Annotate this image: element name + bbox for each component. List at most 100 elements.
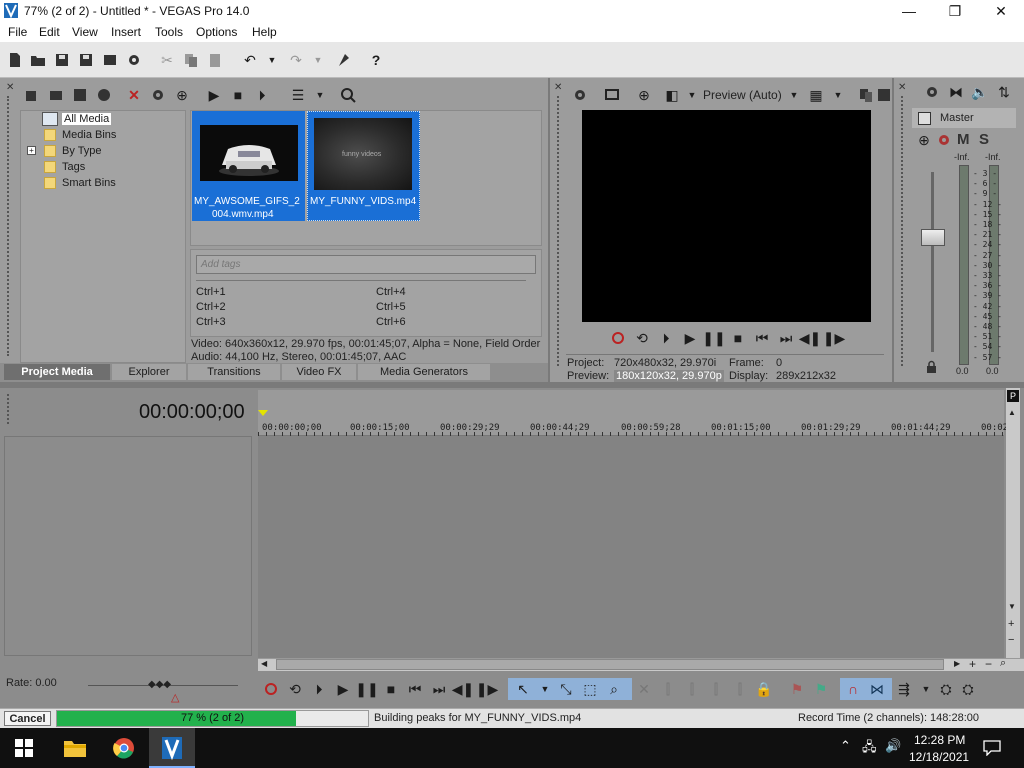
lock-icon[interactable] bbox=[925, 360, 938, 373]
master-fader-handle[interactable] bbox=[921, 229, 945, 246]
lock-envelopes-icon[interactable]: ⛭ bbox=[936, 679, 956, 699]
clock-date[interactable]: 12/18/2021 bbox=[909, 750, 969, 764]
render-icon[interactable] bbox=[100, 50, 120, 70]
menu-options[interactable]: Options bbox=[196, 25, 237, 39]
stop-icon[interactable]: ■ bbox=[728, 328, 748, 348]
tree-item-by-type[interactable]: By Type bbox=[62, 145, 102, 157]
undo-dropdown-icon[interactable]: ▼ bbox=[262, 50, 282, 70]
menu-help[interactable]: Help bbox=[252, 25, 277, 39]
import-media-icon[interactable] bbox=[22, 85, 42, 105]
clock-time[interactable]: 12:28 PM bbox=[914, 733, 965, 747]
scroll-up-icon[interactable]: ▲ bbox=[1008, 408, 1016, 417]
scroll-right-icon[interactable]: ▶ bbox=[954, 659, 960, 668]
paste-icon[interactable] bbox=[205, 50, 225, 70]
save-as-icon[interactable] bbox=[76, 50, 96, 70]
zoom-out-vertical-icon[interactable]: − bbox=[1008, 634, 1014, 646]
scroll-left-icon[interactable]: ◀ bbox=[261, 659, 267, 668]
save-snapshot-icon[interactable] bbox=[874, 85, 894, 105]
ignore-grouping-icon[interactable]: ⛭ bbox=[958, 679, 978, 699]
zoom-edit-tool-icon[interactable]: ⌕ bbox=[604, 679, 624, 699]
trim-start-icon[interactable]: ⫿ bbox=[682, 679, 702, 699]
mute-button[interactable]: M bbox=[957, 131, 970, 148]
open-icon[interactable] bbox=[28, 50, 48, 70]
panel-grip[interactable] bbox=[901, 96, 905, 366]
scroll-thumb[interactable] bbox=[276, 659, 944, 670]
selection-tool-icon[interactable]: ⬚ bbox=[580, 679, 600, 699]
video-fx-icon[interactable]: ⊕ bbox=[634, 85, 654, 105]
record-icon[interactable] bbox=[261, 679, 281, 699]
close-button[interactable]: ✕ bbox=[978, 0, 1024, 22]
copy-snapshot-icon[interactable] bbox=[856, 85, 876, 105]
panel-close-icon[interactable]: ✕ bbox=[898, 82, 906, 93]
play-from-start-icon[interactable]: ⏵ bbox=[656, 328, 676, 348]
tab-explorer[interactable]: Explorer bbox=[112, 364, 186, 380]
chrome-icon[interactable] bbox=[113, 737, 135, 759]
markers-icon[interactable]: P bbox=[1007, 390, 1019, 402]
play-icon[interactable]: ▶ bbox=[204, 85, 224, 105]
split-icon[interactable]: ⫿ bbox=[730, 679, 750, 699]
auto-crossfade-icon[interactable]: ⋈ bbox=[867, 679, 887, 699]
external-monitor-icon[interactable] bbox=[602, 85, 622, 105]
views-dropdown-icon[interactable]: ▼ bbox=[310, 85, 330, 105]
capture-video-icon[interactable] bbox=[46, 85, 66, 105]
previous-frame-icon[interactable]: ◀❚ bbox=[799, 328, 822, 348]
preview-settings-gear-icon[interactable] bbox=[570, 85, 590, 105]
record-icon[interactable] bbox=[608, 328, 628, 348]
cut-icon[interactable]: ✂ bbox=[157, 50, 177, 70]
zoom-in-vertical-icon[interactable]: + bbox=[1008, 618, 1014, 630]
get-media-icon[interactable] bbox=[70, 85, 90, 105]
file-explorer-icon[interactable] bbox=[64, 738, 86, 757]
trim-end-icon[interactable]: ⫿ bbox=[706, 679, 726, 699]
zoom-tool-icon[interactable]: ⌕ bbox=[1000, 657, 1006, 670]
panel-grip[interactable] bbox=[7, 394, 11, 424]
tree-item-smart-bins[interactable]: Smart Bins bbox=[62, 177, 116, 189]
add-tags-input[interactable]: Add tags bbox=[196, 255, 536, 274]
normal-edit-tool-icon[interactable]: ↖ bbox=[513, 679, 533, 699]
tab-video-fx[interactable]: Video FX bbox=[282, 364, 356, 380]
split-dropdown-icon[interactable]: ▼ bbox=[682, 85, 702, 105]
zoom-out-horizontal-icon[interactable]: − bbox=[985, 657, 992, 671]
loop-icon[interactable]: ⟲ bbox=[632, 328, 652, 348]
previous-frame-icon[interactable]: ◀❚ bbox=[452, 679, 475, 699]
meter-options-icon[interactable]: ⇅ bbox=[994, 82, 1014, 102]
tree-item-media-bins[interactable]: Media Bins bbox=[62, 129, 116, 141]
go-to-start-icon[interactable]: ⏮ bbox=[405, 679, 425, 699]
stop-icon[interactable]: ■ bbox=[228, 85, 248, 105]
remove-media-icon[interactable]: ✕ bbox=[124, 85, 144, 105]
loop-playback-icon[interactable]: ⟲ bbox=[285, 679, 305, 699]
network-icon[interactable]: 🖧 bbox=[862, 738, 877, 760]
menu-tools[interactable]: Tools bbox=[155, 25, 183, 39]
auto-ripple-icon[interactable]: ⇶ bbox=[894, 679, 914, 699]
menu-insert[interactable]: Insert bbox=[111, 25, 141, 39]
snapping-magnet-icon[interactable]: ∩ bbox=[843, 679, 863, 699]
track-area[interactable] bbox=[258, 436, 1004, 658]
zoom-in-horizontal-icon[interactable]: + bbox=[969, 657, 976, 671]
panel-grip[interactable] bbox=[7, 96, 11, 356]
panel-close-icon[interactable]: ✕ bbox=[6, 82, 14, 93]
master-gear-icon[interactable] bbox=[934, 130, 954, 150]
minimize-button[interactable]: — bbox=[886, 0, 932, 22]
stop-icon[interactable]: ■ bbox=[381, 679, 401, 699]
edit-tool-dropdown-icon[interactable]: ▼ bbox=[535, 679, 555, 699]
volume-icon[interactable]: 🔊 bbox=[885, 738, 901, 754]
split-screen-icon[interactable]: ◧ bbox=[662, 85, 682, 105]
tree-item-all-media[interactable]: All Media bbox=[62, 113, 112, 125]
pause-icon[interactable]: ❚❚ bbox=[702, 328, 725, 348]
get-media-web-icon[interactable] bbox=[94, 85, 114, 105]
scroll-down-icon[interactable]: ▼ bbox=[1008, 602, 1016, 611]
menu-file[interactable]: File bbox=[8, 25, 27, 39]
show-hidden-icons-icon[interactable]: ⌃ bbox=[840, 738, 851, 754]
vegas-taskbar-button[interactable] bbox=[149, 728, 195, 768]
solo-button[interactable]: S bbox=[979, 131, 989, 148]
downmix-icon[interactable]: ⧓ bbox=[946, 82, 966, 102]
go-to-start-icon[interactable]: ⏮ bbox=[752, 328, 772, 348]
preview-quality-select[interactable]: Preview (Auto) bbox=[703, 88, 782, 102]
preview-quality-dropdown-icon[interactable]: ▼ bbox=[784, 85, 804, 105]
enable-snapping-icon[interactable] bbox=[334, 50, 354, 70]
go-to-end-icon[interactable]: ⏭ bbox=[429, 679, 449, 699]
delete-icon[interactable]: ✕ bbox=[634, 679, 654, 699]
properties-gear-icon[interactable] bbox=[124, 50, 144, 70]
cancel-button[interactable]: Cancel bbox=[4, 711, 51, 726]
next-frame-icon[interactable]: ❚▶ bbox=[823, 328, 846, 348]
auto-preview-icon[interactable]: ⏵ bbox=[252, 85, 272, 105]
